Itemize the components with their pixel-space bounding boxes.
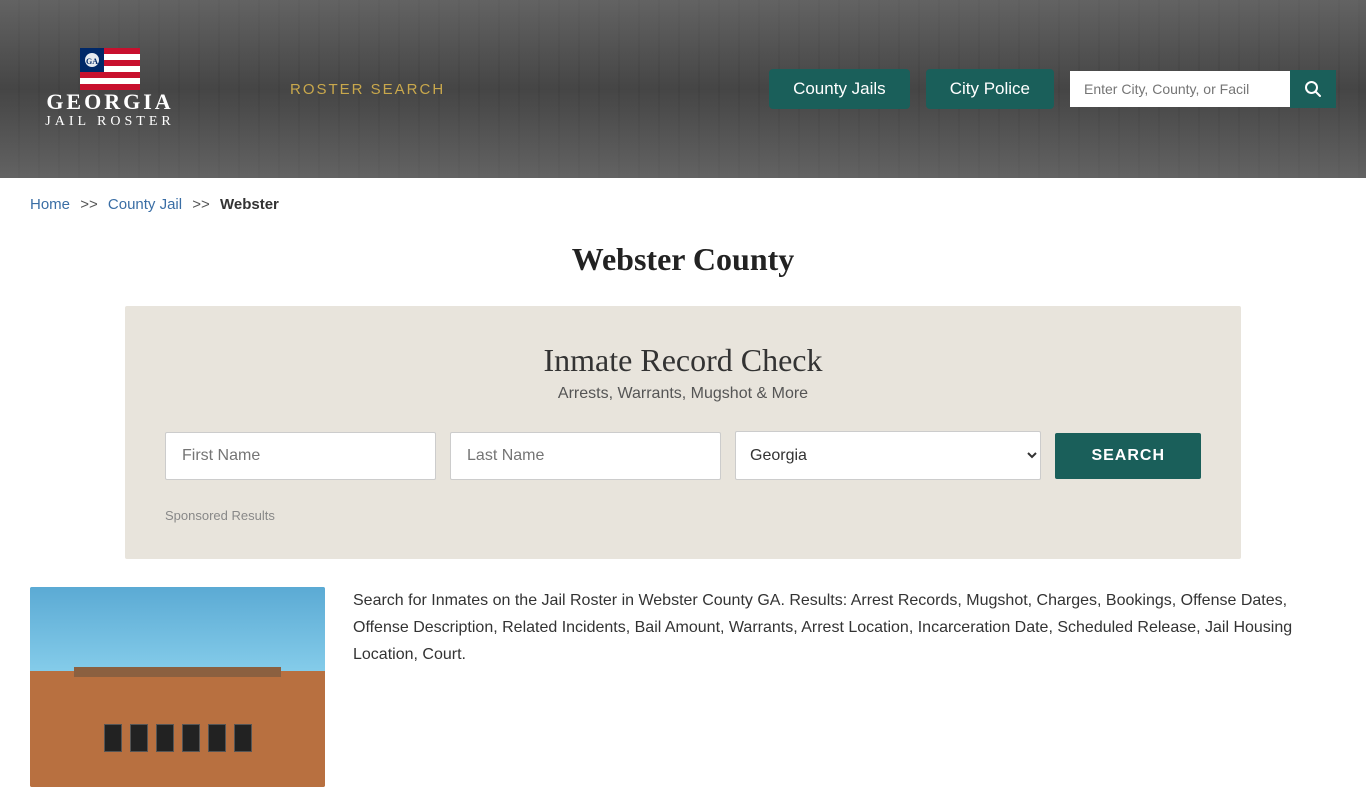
logo-georgia-text: GEORGIA <box>46 90 173 114</box>
jail-window <box>208 724 226 752</box>
breadcrumb-home-link[interactable]: Home <box>30 196 70 213</box>
jail-window <box>234 724 252 752</box>
inmate-search-row: AlabamaAlaskaArizonaArkansasCaliforniaCo… <box>165 431 1201 480</box>
bottom-section: Search for Inmates on the Jail Roster in… <box>0 559 1366 807</box>
city-police-button[interactable]: City Police <box>926 69 1054 109</box>
roster-search-nav[interactable]: ROSTER SEARCH <box>290 81 445 98</box>
header-search-button[interactable] <box>1290 70 1336 108</box>
inmate-check-subtitle: Arrests, Warrants, Mugshot & More <box>165 385 1201 403</box>
first-name-input[interactable] <box>165 432 436 480</box>
jail-image-sky <box>30 587 325 677</box>
sponsored-results-label: Sponsored Results <box>165 502 1201 523</box>
jail-window <box>130 724 148 752</box>
georgia-flag-icon: GA <box>80 48 140 90</box>
page-title-wrap: Webster County <box>0 231 1366 306</box>
jail-window <box>104 724 122 752</box>
header-search-input[interactable] <box>1070 71 1290 107</box>
breadcrumb-county-jail-link[interactable]: County Jail <box>108 196 182 213</box>
page-title: Webster County <box>0 241 1366 278</box>
inmate-search-button[interactable]: SEARCH <box>1055 433 1201 479</box>
breadcrumb-current: Webster <box>220 196 279 213</box>
bottom-description-text: Search for Inmates on the Jail Roster in… <box>353 587 1336 669</box>
jail-window <box>182 724 200 752</box>
search-icon <box>1304 80 1322 98</box>
county-jails-button[interactable]: County Jails <box>769 69 910 109</box>
last-name-input[interactable] <box>450 432 721 480</box>
breadcrumb-sep1: >> <box>80 196 98 213</box>
jail-image-windows <box>60 724 296 752</box>
jail-window <box>156 724 174 752</box>
header-search-bar <box>1070 70 1336 108</box>
logo-jail-text: JAIL ROSTER <box>45 114 174 131</box>
jail-image <box>30 587 325 787</box>
jail-image-roof <box>74 667 281 677</box>
svg-text:GA: GA <box>86 57 98 66</box>
header-right-controls: County Jails City Police <box>769 69 1336 109</box>
inmate-record-check-box: Inmate Record Check Arrests, Warrants, M… <box>125 306 1241 559</box>
inmate-check-title: Inmate Record Check <box>165 342 1201 379</box>
site-logo[interactable]: GA GEORGIA JAIL ROSTER <box>30 48 190 131</box>
breadcrumb: Home >> County Jail >> Webster <box>0 178 1366 231</box>
state-select[interactable]: AlabamaAlaskaArizonaArkansasCaliforniaCo… <box>735 431 1041 480</box>
jail-image-building <box>30 671 325 787</box>
site-header: GA GEORGIA JAIL ROSTER ROSTER SEARCH Cou… <box>0 0 1366 178</box>
breadcrumb-sep2: >> <box>192 196 210 213</box>
